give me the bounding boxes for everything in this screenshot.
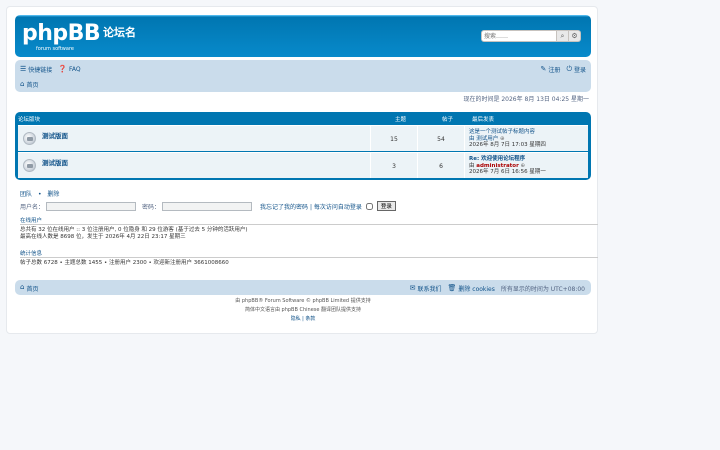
stats-text: 帖子总数 6728 • 主题总数 1455 • 注册用户 2300 • 欢迎新注… — [20, 260, 229, 266]
header-posts: 帖子 — [442, 117, 454, 123]
password-field[interactable] — [162, 201, 253, 211]
logo-text: phpBB — [22, 21, 101, 46]
faq-link[interactable]: ❓ FAQ — [58, 64, 81, 73]
home-icon: ⌂ — [20, 283, 25, 291]
last-post-time: 2026年 7月 6日 16:56 星期一 — [469, 169, 546, 175]
nav-bar: ☰ 快捷链接 ❓ FAQ ✎ 注册 ⏻ 登录 ⌂ 首页 — [15, 60, 591, 92]
timezone-text: 所有显示的时间为 UTC+08:00 — [500, 286, 585, 293]
home-icon: ⌂ — [20, 79, 25, 88]
online-section-title: 在线用户 — [20, 216, 598, 225]
privacy-terms-links[interactable]: 隐私 | 条款 — [7, 315, 599, 322]
site-name: 论坛名 — [103, 26, 136, 39]
stats-section-title: 统计信息 — [20, 249, 598, 258]
current-time: 现在的时间是 2026年 8月 13日 04:25 星期一 — [463, 96, 589, 103]
power-icon: ⏻ — [566, 64, 572, 73]
footer-home-label: 首页 — [26, 286, 39, 293]
hamburger-icon: ☰ — [20, 64, 27, 73]
view-post-icon[interactable]: ⊕ — [521, 163, 526, 169]
forum-title-link[interactable]: 测试版面 — [42, 157, 68, 167]
search-icon: ⌕ — [560, 31, 565, 40]
forum-last-post: 这是一个测试帖子标题内容 由 测试用户 ⊕ 2026年 8月 7日 17:03 … — [469, 129, 546, 149]
forum-topics-count: 15 — [390, 136, 398, 143]
translation-credit: 简体中文语言由 phpBB Chinese 翻译团队提供支持 — [244, 307, 362, 313]
forum-read-icon — [23, 159, 36, 172]
register-link[interactable]: ✎ 注册 — [541, 65, 561, 74]
faq-label: FAQ — [69, 65, 81, 73]
footer-home-link[interactable]: ⌂ 首页 — [20, 283, 39, 294]
search-box: ⌕ ⚙ — [481, 30, 581, 42]
forum-title-link[interactable]: 测试版面 — [42, 130, 68, 140]
max-online-text: 最高在线人数是 8698 位，发生于 2026年 4月 22日 23:17 星期… — [20, 234, 186, 240]
forum-posts-count: 54 — [437, 136, 445, 143]
envelope-icon: ✉ — [409, 284, 416, 292]
password-label: 密码： — [142, 203, 161, 211]
header-bar: phpBB forum software 论坛名 ⌕ ⚙ — [15, 15, 591, 57]
login-submit-button[interactable]: 登录 — [376, 201, 396, 211]
link-separator: • — [37, 191, 42, 198]
last-post-by-label: 由 — [469, 162, 475, 169]
logo-subtext: forum software — [36, 46, 74, 52]
forum-row: 测试版面 3 6 Re: 欢迎使用论坛程序 由 administrator ⊕ … — [18, 152, 588, 178]
delete-cookies-link[interactable]: 删除 cookies — [458, 284, 495, 293]
username-field[interactable] — [46, 201, 137, 211]
register-label: 注册 — [548, 66, 561, 74]
quick-login-form: 用户名： 密码： 我忘记了我的密码 | 每次访问自动登录 登录 — [20, 201, 396, 211]
username-label: 用户名： — [20, 203, 45, 211]
header-forum: 论坛版块 — [18, 117, 41, 123]
forum-list: 论坛版块 主题 帖子 最后发表 测试版面 15 54 这是一个测试帖子标题内容 … — [15, 112, 591, 180]
edit-icon: ✎ — [540, 64, 547, 73]
gear-icon: ⚙ — [571, 32, 578, 40]
quick-links-menu[interactable]: ☰ 快捷链接 — [20, 65, 52, 74]
login-label: 登录 — [573, 66, 586, 74]
forum-row: 测试版面 15 54 这是一个测试帖子标题内容 由 测试用户 ⊕ 2026年 8… — [18, 125, 588, 151]
last-post-author[interactable]: 由 测试用户 — [469, 136, 498, 142]
footer-nav-bar: ⌂ 首页 ✉ 联系我们 🗑 删除 cookies 所有显示的时间为 UTC+08… — [15, 280, 591, 295]
trash-icon: 🗑 — [447, 284, 457, 292]
forum-topics-count: 3 — [392, 163, 396, 170]
forum-list-header: 论坛版块 主题 帖子 最后发表 — [15, 112, 591, 124]
last-post-time: 2026年 8月 7日 17:03 星期四 — [469, 142, 546, 148]
footer-right-links: ✉ 联系我们 🗑 删除 cookies 所有显示的时间为 UTC+08:00 — [409, 284, 585, 294]
breadcrumb-home-label: 首页 — [26, 81, 39, 89]
forum-last-post: Re: 欢迎使用论坛程序 由 administrator ⊕ 2026年 7月 … — [469, 156, 546, 176]
search-button[interactable]: ⌕ — [557, 30, 569, 42]
quick-links-label: 快捷链接 — [28, 66, 53, 74]
search-input[interactable] — [481, 30, 557, 42]
team-link[interactable]: 团队 — [20, 191, 32, 198]
advanced-search-button[interactable]: ⚙ — [569, 30, 581, 42]
forum-read-icon — [23, 132, 36, 145]
forgot-password-link[interactable]: 我忘记了我的密码 | 每次访问自动登录 — [260, 202, 362, 211]
page-wrapper: phpBB forum software 论坛名 ⌕ ⚙ ☰ 快捷链接 ❓ FA… — [6, 6, 598, 334]
forum-posts-count: 6 — [439, 163, 443, 170]
auto-login-checkbox[interactable] — [365, 202, 373, 210]
login-link[interactable]: ⏻ 登录 — [566, 65, 586, 74]
header-last-post: 最后发表 — [472, 117, 495, 123]
breadcrumb-home[interactable]: ⌂ 首页 — [20, 80, 38, 89]
delete-link[interactable]: 删除 — [47, 191, 59, 198]
contact-link[interactable]: 联系我们 — [417, 284, 441, 293]
last-post-author[interactable]: administrator — [476, 163, 519, 169]
powered-by-text: 由 phpBB® Forum Software © phpBB Limited … — [235, 298, 371, 304]
view-post-icon[interactable]: ⊕ — [500, 136, 505, 142]
header-topics: 主题 — [395, 117, 407, 123]
question-icon: ❓ — [58, 64, 68, 73]
site-logo[interactable]: phpBB forum software — [22, 21, 101, 53]
team-links: 团队 • 删除 — [20, 189, 59, 198]
